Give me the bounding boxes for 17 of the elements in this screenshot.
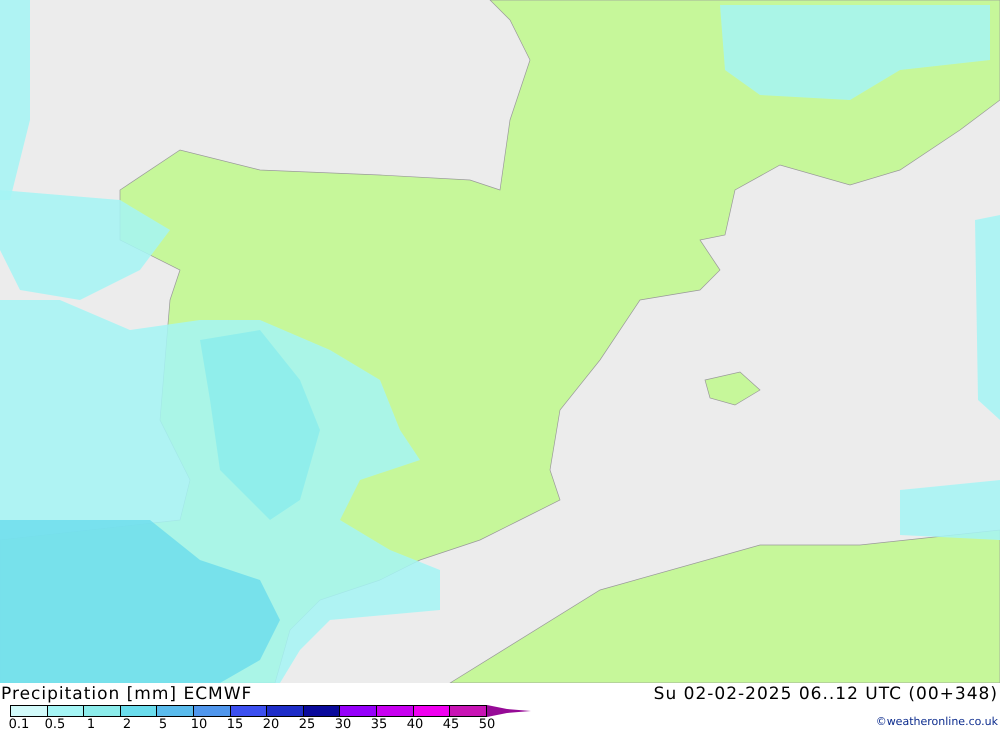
legend-label: 5 [158, 717, 168, 732]
legend-label: 0.5 [44, 717, 66, 732]
legend-label: 15 [226, 717, 244, 732]
legend-label: 20 [262, 717, 280, 732]
legend-label: 10 [190, 717, 208, 732]
map-title: Precipitation [mm] ECMWF [1, 683, 254, 705]
legend-label: 0.1 [8, 717, 30, 732]
legend-label: 35 [370, 717, 388, 732]
legend-label: 2 [122, 717, 132, 732]
legend-label: 30 [334, 717, 352, 732]
credit-link[interactable]: ©weatheronline.co.uk [876, 715, 998, 728]
legend-label: 25 [298, 717, 316, 732]
legend-label: 1 [86, 717, 96, 732]
legend-label: 45 [442, 717, 460, 732]
legend-label: 40 [406, 717, 424, 732]
valid-time: Su 02-02-2025 06..12 UTC (00+348) [654, 683, 998, 705]
legend-label: 50 [478, 717, 496, 732]
